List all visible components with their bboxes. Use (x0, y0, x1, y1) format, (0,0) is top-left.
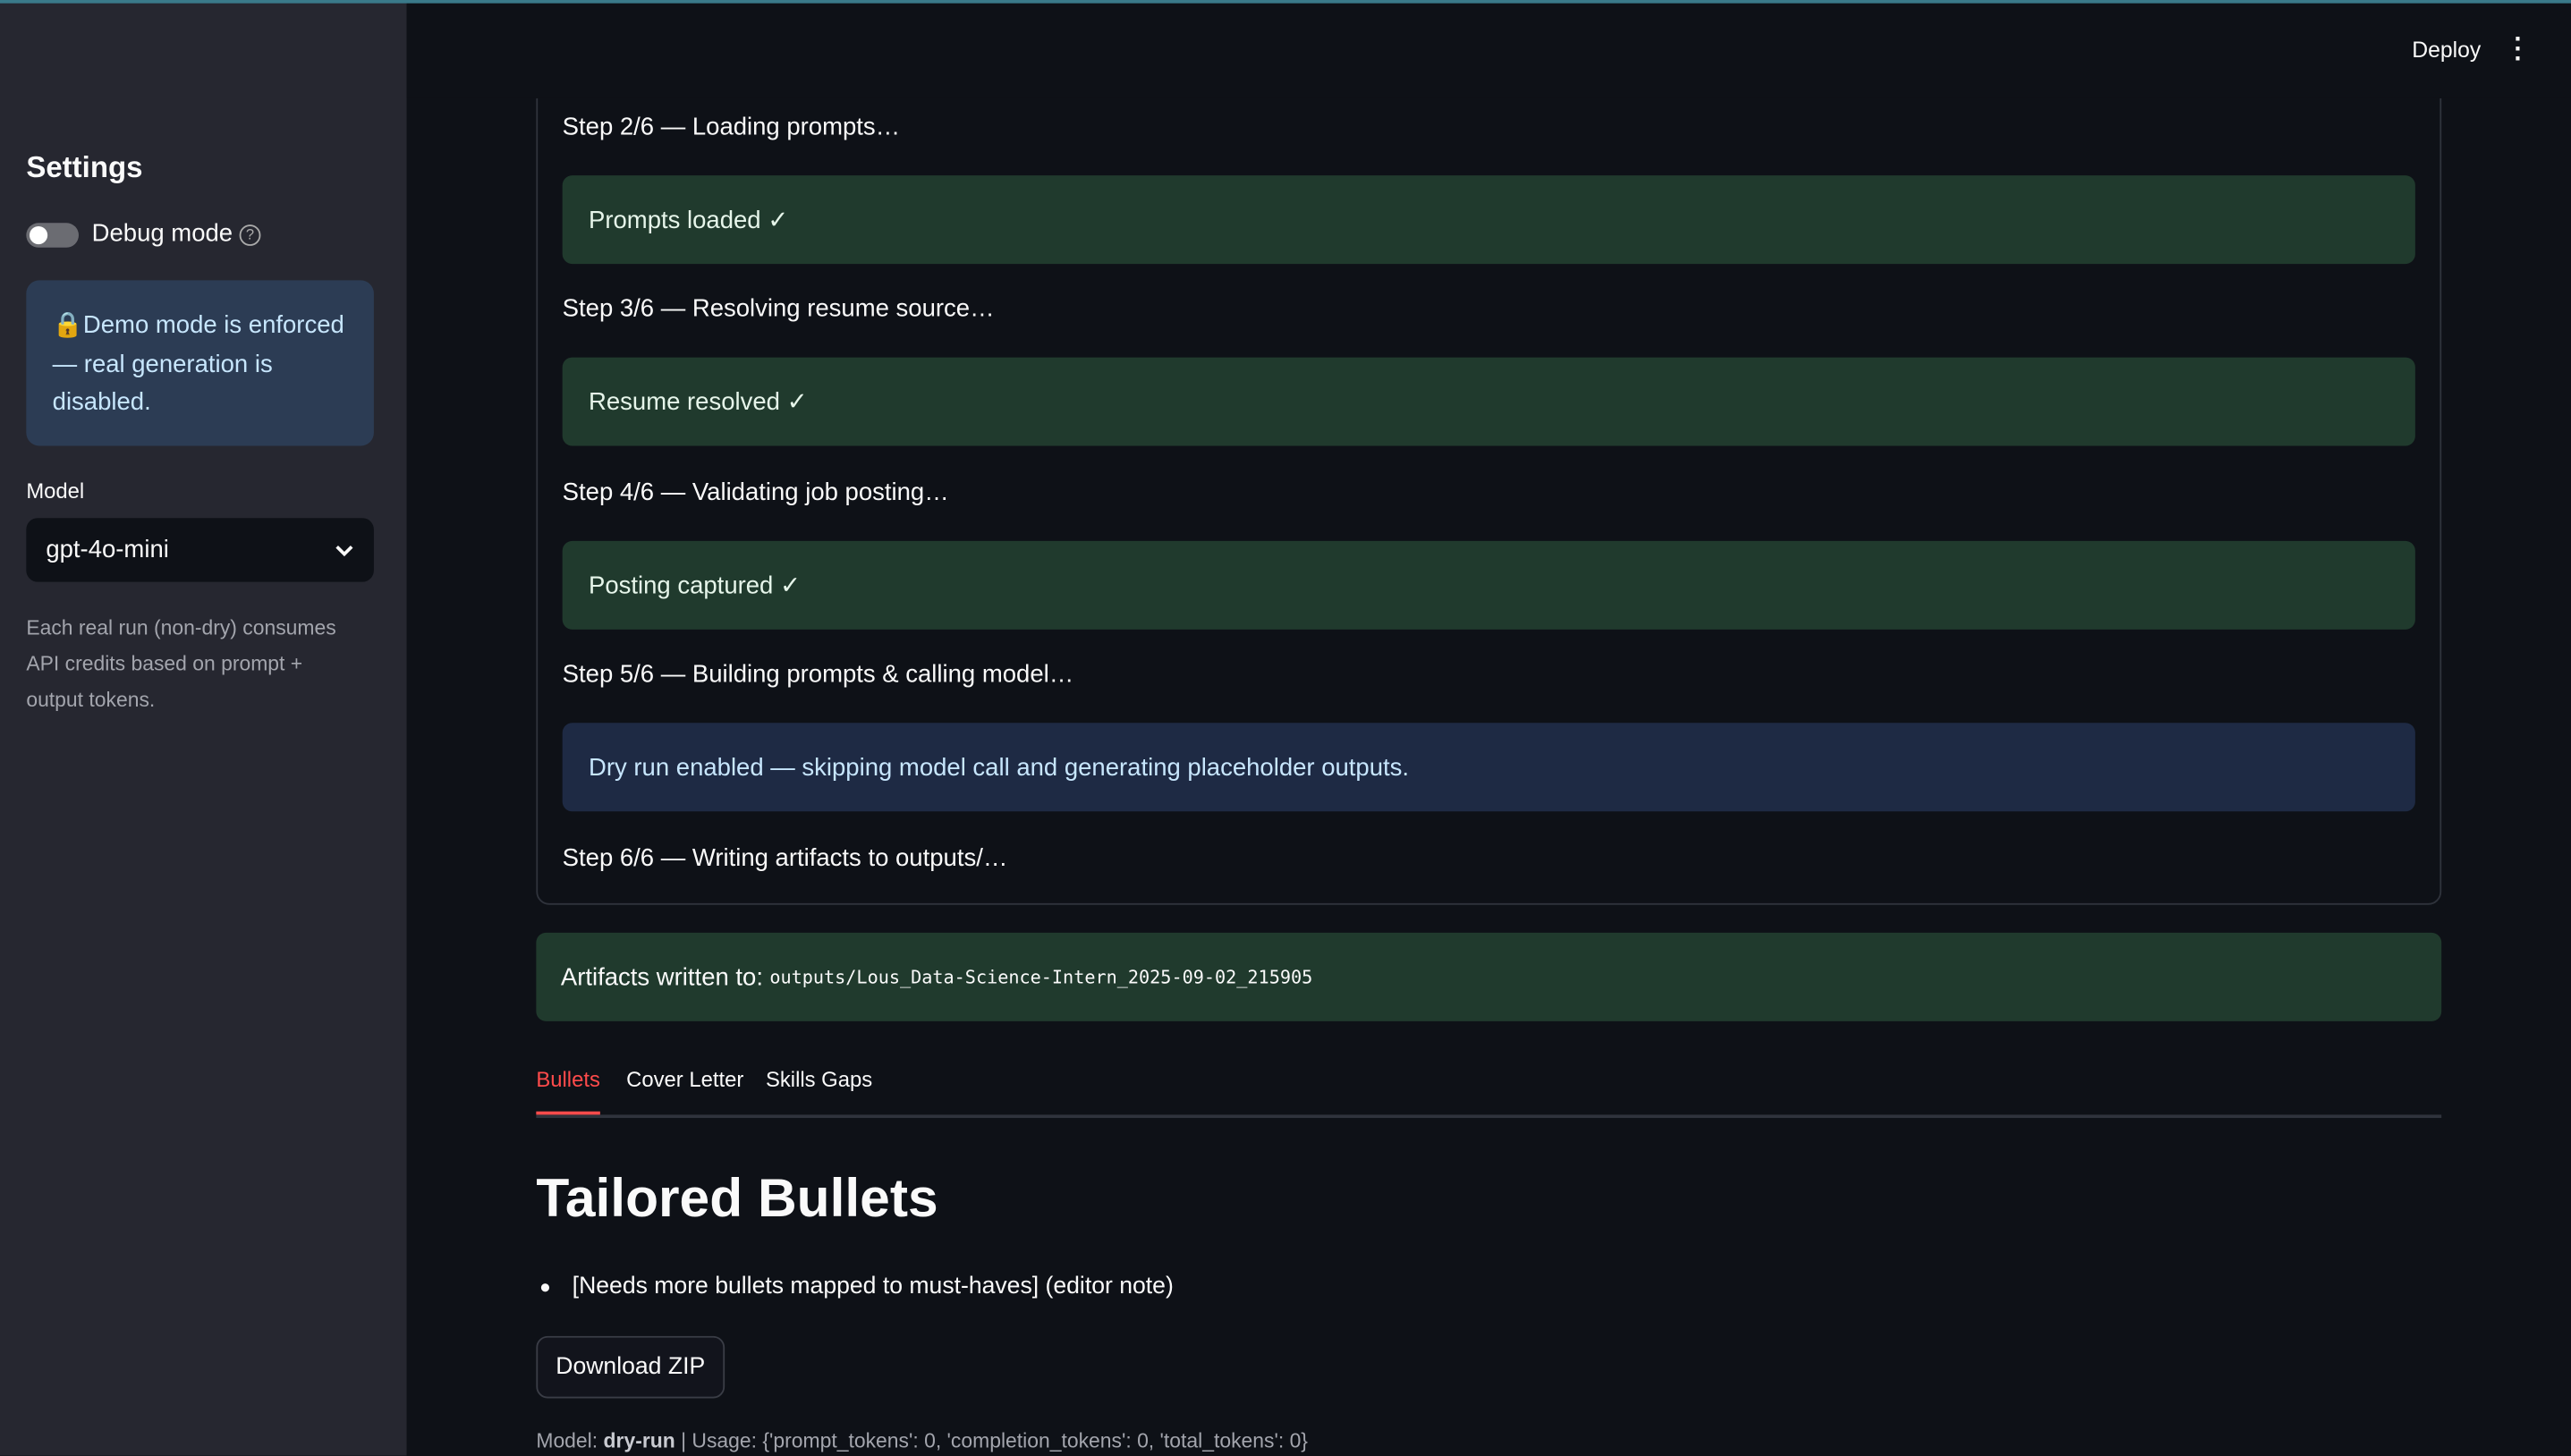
success-alert: Resume resolved ✓ (562, 357, 2415, 446)
artifacts-alert: Artifacts written to: outputs/Lous_Data-… (536, 932, 2442, 1021)
step-label: Step 6/6 — Writing artifacts to outputs/… (562, 843, 1008, 873)
active-tab-indicator (536, 1111, 600, 1115)
step-label: Step 2/6 — Loading prompts… (562, 113, 901, 141)
debug-mode-toggle[interactable] (26, 223, 79, 248)
top-decoration (0, 0, 2571, 4)
tab-bar: Bullets Cover Letter Skills Gaps (536, 1062, 2442, 1119)
chevron-down-icon (335, 545, 353, 556)
tab-cover-letter[interactable]: Cover Letter (626, 1067, 743, 1091)
header (406, 3, 2571, 98)
tab-bullets[interactable]: Bullets (536, 1067, 600, 1091)
sidebar: Settings Debug mode ? 🔒Demo mode is enfo… (0, 0, 407, 1456)
demo-notice-text: Demo mode is enforced — real generation … (52, 311, 344, 417)
usage-caption: Model: dry-run | Usage: {'prompt_tokens'… (536, 1429, 1308, 1452)
model-name: dry-run (603, 1429, 675, 1452)
step-label: Step 5/6 — Building prompts & calling mo… (562, 660, 1074, 689)
sidebar-title: Settings (26, 150, 143, 184)
deploy-button[interactable]: Deploy (2412, 38, 2481, 62)
download-zip-button[interactable]: Download ZIP (536, 1335, 725, 1399)
lock-icon: 🔒 (52, 311, 83, 340)
help-icon[interactable]: ? (239, 224, 261, 246)
artifacts-path: outputs/Lous_Data-Science-Intern_2025-09… (769, 966, 1313, 988)
model-label: Model (26, 478, 85, 504)
model-select[interactable]: gpt-4o-mini (26, 518, 374, 582)
tab-skills-gaps[interactable]: Skills Gaps (766, 1067, 872, 1091)
success-alert: Prompts loaded ✓ (562, 175, 2415, 265)
toggle-knob (29, 225, 48, 245)
usage-text: | Usage: {'prompt_tokens': 0, 'completio… (681, 1429, 1308, 1452)
model-caption: Each real run (non-dry) consumes API cre… (26, 616, 336, 712)
step-label: Step 4/6 — Validating job posting… (562, 478, 949, 507)
step-label: Step 3/6 — Resolving resume source… (562, 294, 995, 324)
model-selected-value: gpt-4o-mini (46, 536, 169, 564)
artifacts-label: Artifacts written to: (560, 962, 763, 991)
debug-mode-label: Debug mode (91, 219, 233, 248)
kebab-menu-icon[interactable]: · · · (2510, 27, 2526, 72)
page-title: Tailored Bullets (536, 1167, 938, 1228)
model-label-text: Model: (536, 1429, 598, 1452)
info-alert: Dry run enabled — skipping model call an… (562, 723, 2415, 812)
list-item: [Needs more bullets mapped to must-haves… (540, 1274, 1174, 1300)
success-alert: Posting captured ✓ (562, 540, 2415, 630)
bullet-text: [Needs more bullets mapped to must-haves… (572, 1274, 1174, 1300)
bullet-dot (540, 1282, 550, 1291)
demo-mode-notice: 🔒Demo mode is enforced — real generation… (26, 280, 374, 446)
